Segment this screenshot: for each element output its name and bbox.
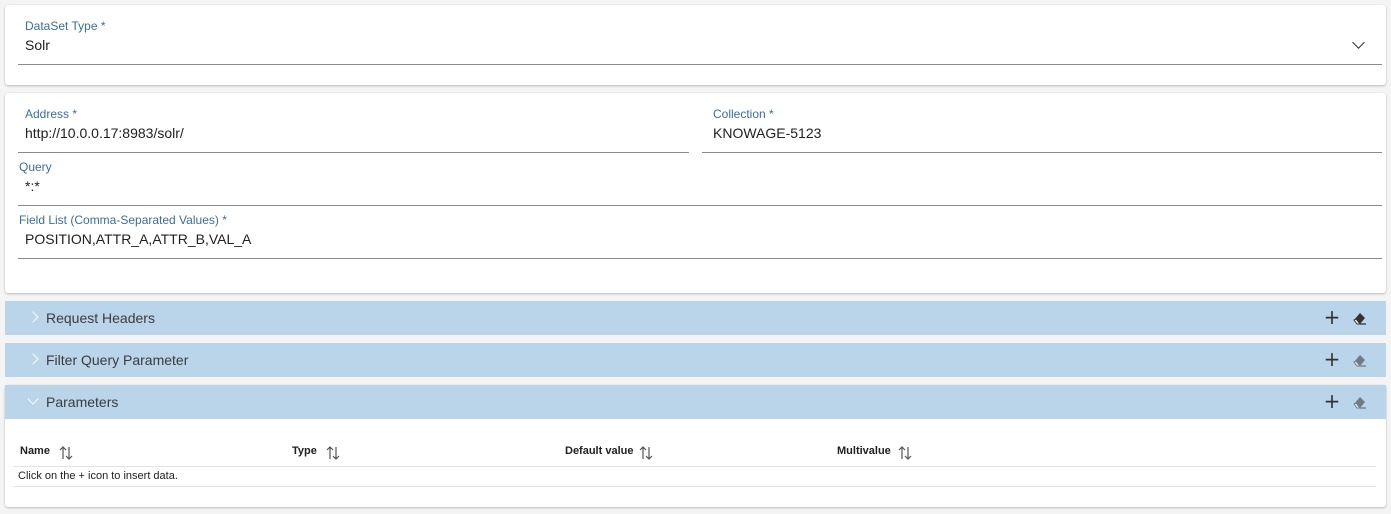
request-headers-panel[interactable]: Request Headers + xyxy=(5,301,1386,335)
chevron-right-icon[interactable] xyxy=(27,353,39,365)
solr-form-card: Address * http://10.0.0.17:8983/solr/ Co… xyxy=(5,93,1386,293)
collection-underline xyxy=(702,152,1382,153)
table-bottom-divider xyxy=(13,486,1376,487)
chevron-down-icon[interactable] xyxy=(1352,36,1365,49)
column-header-type[interactable]: Type xyxy=(292,445,317,457)
panel-title-filter-query-parameter: Filter Query Parameter xyxy=(46,352,189,368)
column-header-default-value[interactable]: Default value xyxy=(565,445,633,457)
column-header-name[interactable]: Name xyxy=(20,445,50,457)
query-label: Query xyxy=(19,160,52,174)
query-field[interactable]: Query *:* xyxy=(18,160,1382,206)
chevron-right-icon[interactable] xyxy=(27,311,39,323)
filter-query-parameter-panel[interactable]: Filter Query Parameter + xyxy=(5,343,1386,377)
eraser-icon[interactable] xyxy=(1350,393,1368,411)
dataset-type-label: DataSet Type * xyxy=(25,19,106,33)
field-list-label: Field List (Comma-Separated Values) * xyxy=(19,213,227,227)
field-list-field[interactable]: Field List (Comma-Separated Values) * PO… xyxy=(18,213,1382,259)
plus-icon[interactable]: + xyxy=(1322,391,1342,411)
sort-icon[interactable] xyxy=(897,445,913,461)
field-list-input[interactable]: POSITION,ATTR_A,ATTR_B,VAL_A xyxy=(25,231,251,247)
collection-field[interactable]: Collection * KNOWAGE-5123 xyxy=(702,107,1382,153)
dataset-type-select[interactable]: DataSet Type * Solr xyxy=(18,19,1382,65)
field-list-underline xyxy=(18,258,1382,259)
sort-icon[interactable] xyxy=(58,445,74,461)
collection-label: Collection * xyxy=(713,107,774,121)
dataset-type-value: Solr xyxy=(25,37,50,53)
plus-icon[interactable]: + xyxy=(1322,349,1342,369)
empty-table-message: Click on the + icon to insert data. xyxy=(18,470,178,482)
sort-icon[interactable] xyxy=(325,445,341,461)
address-label: Address * xyxy=(25,107,78,121)
parameters-panel[interactable]: Parameters + xyxy=(5,385,1386,419)
sort-icon[interactable] xyxy=(638,445,654,461)
query-input[interactable]: *:* xyxy=(25,178,40,194)
panel-title-request-headers: Request Headers xyxy=(46,310,155,326)
table-header-divider xyxy=(13,466,1376,467)
dataset-type-underline xyxy=(18,64,1382,65)
plus-icon[interactable]: + xyxy=(1322,307,1342,327)
address-field[interactable]: Address * http://10.0.0.17:8983/solr/ xyxy=(18,107,689,153)
address-input[interactable]: http://10.0.0.17:8983/solr/ xyxy=(25,125,184,141)
dataset-type-card: DataSet Type * Solr xyxy=(5,5,1386,85)
eraser-icon[interactable] xyxy=(1350,309,1368,327)
query-underline xyxy=(18,205,1382,206)
address-underline xyxy=(18,152,689,153)
column-header-multivalue[interactable]: Multivalue xyxy=(837,445,891,457)
chevron-down-icon[interactable] xyxy=(27,393,39,405)
eraser-icon[interactable] xyxy=(1350,351,1368,369)
collection-input[interactable]: KNOWAGE-5123 xyxy=(713,125,821,141)
panel-title-parameters: Parameters xyxy=(46,394,119,410)
